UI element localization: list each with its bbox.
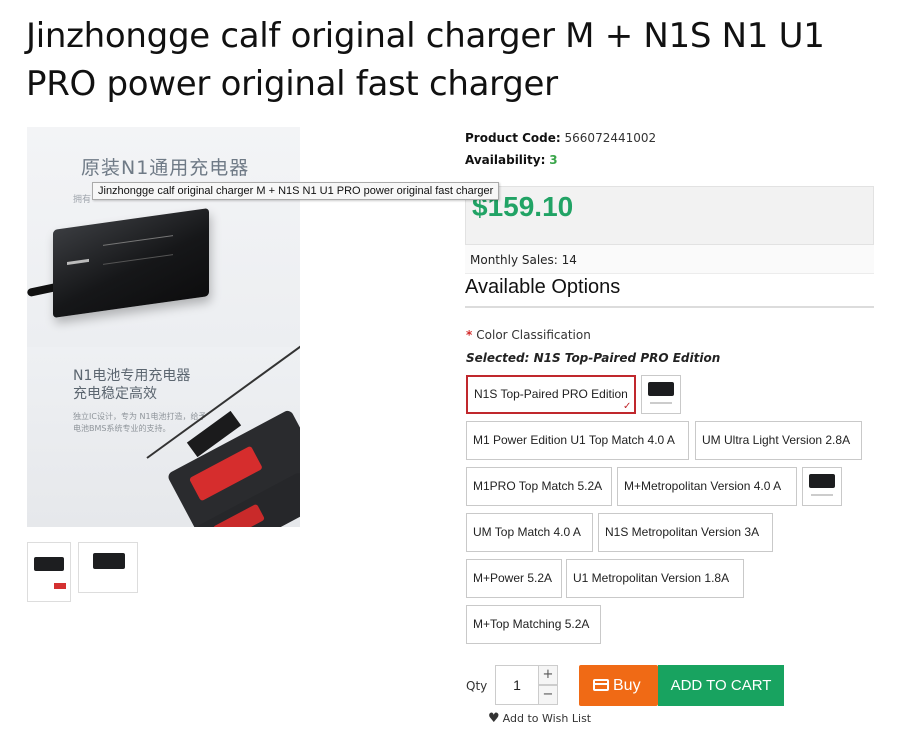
required-star: * bbox=[466, 328, 473, 342]
option-u1-metropolitan[interactable]: U1 Metropolitan Version 1.8A bbox=[566, 559, 744, 598]
image-subtext: 拥有 bbox=[73, 195, 92, 205]
option-m1-power-u1-top[interactable]: M1 Power Edition U1 Top Match 4.0 A bbox=[466, 421, 689, 460]
add-to-wishlist-link[interactable]: ♥ Add to Wish List bbox=[488, 711, 591, 726]
option-m-power[interactable]: M+Power 5.2A bbox=[466, 559, 562, 598]
availability-row: Availability: 3 bbox=[465, 153, 558, 167]
qty-decrease-button[interactable]: − bbox=[538, 685, 558, 705]
swatch-caption-line bbox=[650, 402, 672, 404]
image-tooltip: Jinzhongge calf original charger M + N1S… bbox=[92, 182, 500, 200]
check-icon: ✓ bbox=[623, 401, 632, 412]
image-top-panel: 原装N1通用充电器 拥有 bbox=[27, 127, 300, 347]
charger-logo bbox=[67, 258, 89, 265]
option-um-top-match[interactable]: UM Top Match 4.0 A bbox=[466, 513, 593, 552]
option-um-ultra-light[interactable]: UM Ultra Light Version 2.8A bbox=[695, 421, 862, 460]
option-label: M+Power 5.2A bbox=[473, 571, 553, 585]
credit-card-icon bbox=[593, 679, 609, 691]
product-code-label: Product Code: bbox=[465, 131, 561, 145]
image-heading: 原装N1通用充电器 bbox=[81, 157, 250, 179]
image-bottom-panel: N1电池专用充电器 充电稳定高效 独立IC设计，专为 N1电池打造，给予电池BM… bbox=[27, 339, 300, 527]
qty-increase-button[interactable]: + bbox=[538, 665, 558, 685]
monthly-sales: Monthly Sales: 14 bbox=[465, 245, 874, 274]
option-label: N1S Metropolitan Version 3A bbox=[605, 525, 760, 539]
thumbnail-1-charger bbox=[34, 557, 64, 571]
color-classification-label: * Color Classification bbox=[466, 328, 591, 342]
swatch-charger-image bbox=[648, 382, 674, 396]
availability-label: Availability: bbox=[465, 153, 546, 167]
option-image-swatch-1[interactable] bbox=[641, 375, 681, 414]
option-label: M+Top Matching 5.2A bbox=[473, 617, 590, 631]
option-m-top-matching[interactable]: M+Top Matching 5.2A bbox=[466, 605, 601, 644]
option-label: M+Metropolitan Version 4.0 A bbox=[624, 479, 782, 493]
option-n1s-top-paired-pro[interactable]: N1S Top-Paired PRO Edition ✓ bbox=[466, 375, 636, 414]
availability-value: 3 bbox=[549, 153, 558, 167]
quantity-input[interactable]: 1 bbox=[495, 665, 539, 705]
image-bottom-heading-line1: N1电池专用充电器 bbox=[73, 368, 191, 384]
option-n1s-metropolitan[interactable]: N1S Metropolitan Version 3A bbox=[598, 513, 773, 552]
swatch-charger-image bbox=[809, 474, 835, 488]
option-label: M1PRO Top Match 5.2A bbox=[473, 479, 603, 493]
image-bottom-heading-line2: 充电稳定高效 bbox=[73, 386, 157, 402]
option-label: UM Top Match 4.0 A bbox=[473, 525, 581, 539]
thumbnail-2-charger bbox=[93, 553, 125, 569]
thumbnail-1-scooter bbox=[54, 583, 66, 589]
price-box: $159.10 bbox=[465, 186, 874, 245]
thumbnail-2[interactable] bbox=[78, 542, 138, 593]
option-label: N1S Top-Paired PRO Edition bbox=[474, 387, 628, 401]
heart-icon: ♥ bbox=[488, 711, 500, 726]
option-image-swatch-2[interactable] bbox=[802, 467, 842, 506]
wishlist-label: Add to Wish List bbox=[502, 712, 592, 725]
add-to-cart-button[interactable]: ADD TO CART bbox=[658, 665, 784, 706]
charger-illustration bbox=[53, 208, 209, 318]
image-bottom-heading: N1电池专用充电器 充电稳定高效 bbox=[73, 367, 190, 403]
available-options-heading: Available Options bbox=[465, 276, 874, 308]
option-label: M1 Power Edition U1 Top Match 4.0 A bbox=[473, 433, 675, 447]
buy-button-label: Buy bbox=[613, 677, 641, 694]
product-code-value: 566072441002 bbox=[564, 131, 657, 145]
product-code-row: Product Code: 566072441002 bbox=[465, 131, 656, 145]
option-m-metropolitan-4a[interactable]: M+Metropolitan Version 4.0 A bbox=[617, 467, 797, 506]
charger-label bbox=[103, 235, 173, 265]
swatch-caption-line bbox=[811, 494, 833, 496]
option-label-text: Color Classification bbox=[476, 328, 591, 342]
buy-button[interactable]: Buy bbox=[579, 665, 658, 706]
qty-label: Qty bbox=[466, 679, 488, 693]
product-title: Jinzhongge calf original charger M + N1S… bbox=[26, 16, 825, 104]
thumbnail-1[interactable] bbox=[27, 542, 71, 602]
selected-option-text: Selected: N1S Top-Paired PRO Edition bbox=[466, 351, 721, 365]
option-m1pro-top-match[interactable]: M1PRO Top Match 5.2A bbox=[466, 467, 612, 506]
option-label: U1 Metropolitan Version 1.8A bbox=[573, 571, 730, 585]
option-label: UM Ultra Light Version 2.8A bbox=[702, 433, 851, 447]
